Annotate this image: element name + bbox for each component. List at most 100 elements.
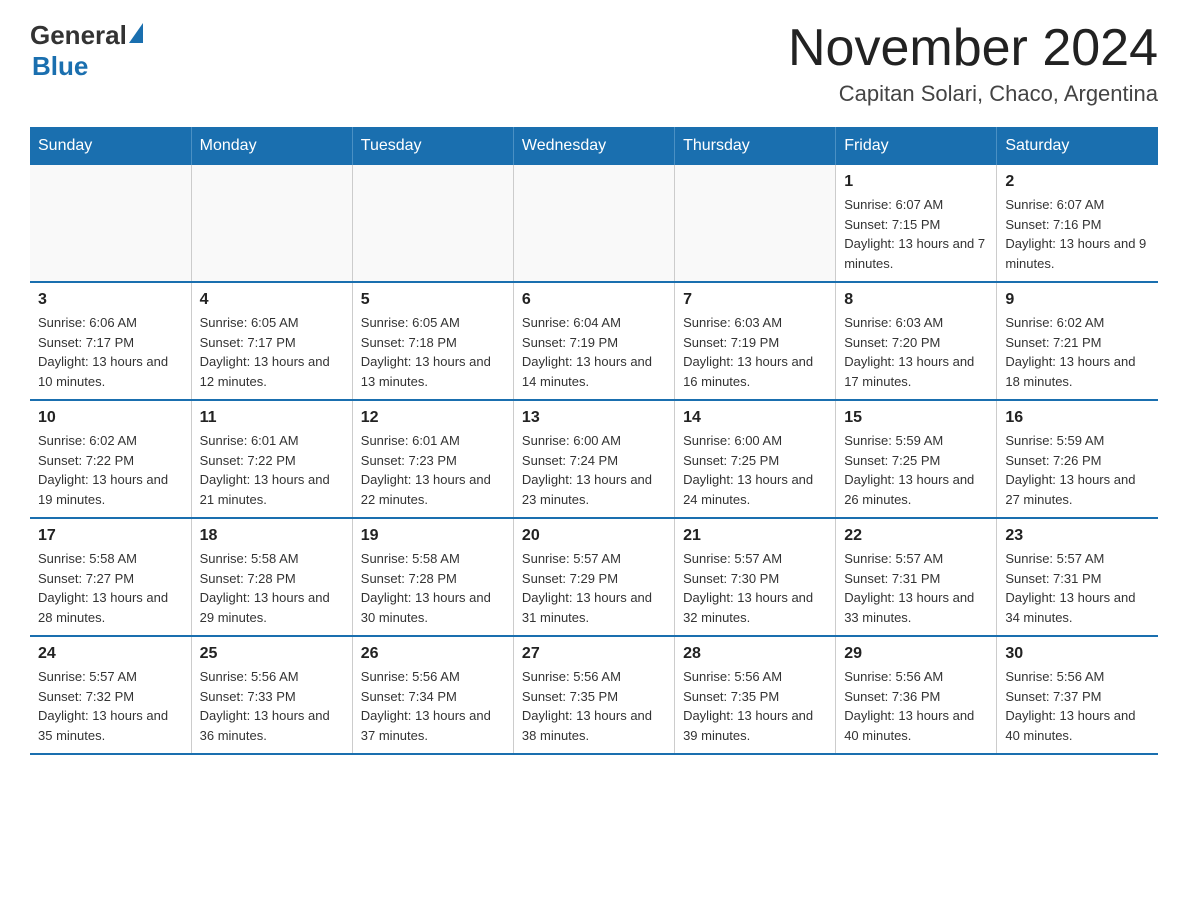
day-number: 12	[361, 409, 505, 427]
week-row-1: 1Sunrise: 6:07 AM Sunset: 7:15 PM Daylig…	[30, 165, 1158, 282]
day-number: 24	[38, 645, 183, 663]
logo-triangle-icon	[129, 23, 143, 43]
day-number: 20	[522, 527, 666, 545]
calendar-cell: 26 Sunrise: 5:56 AM Sunset: 7:34 PM Dayli…	[352, 636, 513, 754]
day-info: Sunrise: 6:05 AM Sunset: 7:17 PM Dayligh…	[200, 313, 344, 391]
calendar-cell: 2 Sunrise: 6:07 AM Sunset: 7:16 PM Daylig…	[997, 165, 1158, 282]
calendar-cell: 21Sunrise: 5:57 AM Sunset: 7:30 PM Dayli…	[675, 518, 836, 636]
calendar-cell: 11 Sunrise: 6:01 AM Sunset: 7:22 PM Dayli…	[191, 400, 352, 518]
calendar-cell	[30, 165, 191, 282]
day-number: 2	[1005, 173, 1150, 191]
day-info: Sunrise: 5:56 AM Sunset: 7:37 PM Dayligh…	[1005, 667, 1150, 745]
day-number: 21	[683, 527, 827, 545]
calendar-cell: 20Sunrise: 5:57 AM Sunset: 7:29 PM Dayli…	[513, 518, 674, 636]
week-row-2: 3 Sunrise: 6:06 AM Sunset: 7:17 PM Daylig…	[30, 282, 1158, 400]
logo: General Blue	[30, 20, 143, 82]
calendar-cell: 29 Sunrise: 5:56 AM Sunset: 7:36 PM Dayli…	[836, 636, 997, 754]
calendar-cell: 3 Sunrise: 6:06 AM Sunset: 7:17 PM Daylig…	[30, 282, 191, 400]
day-info: Sunrise: 6:01 AM Sunset: 7:23 PM Dayligh…	[361, 431, 505, 509]
day-number: 28	[683, 645, 827, 663]
week-row-4: 17Sunrise: 5:58 AM Sunset: 7:27 PM Dayli…	[30, 518, 1158, 636]
day-info: Sunrise: 6:03 AM Sunset: 7:20 PM Dayligh…	[844, 313, 988, 391]
calendar-cell: 25 Sunrise: 5:56 AM Sunset: 7:33 PM Dayli…	[191, 636, 352, 754]
day-number: 6	[522, 291, 666, 309]
calendar-cell: 1Sunrise: 6:07 AM Sunset: 7:15 PM Daylig…	[836, 165, 997, 282]
day-number: 29	[844, 645, 988, 663]
day-info: Sunrise: 6:07 AM Sunset: 7:16 PM Dayligh…	[1005, 195, 1150, 273]
calendar-cell: 18Sunrise: 5:58 AM Sunset: 7:28 PM Dayli…	[191, 518, 352, 636]
day-number: 7	[683, 291, 827, 309]
calendar-cell: 14 Sunrise: 6:00 AM Sunset: 7:25 PM Dayli…	[675, 400, 836, 518]
day-info: Sunrise: 5:59 AM Sunset: 7:26 PM Dayligh…	[1005, 431, 1150, 509]
header-friday: Friday	[836, 127, 997, 165]
calendar-cell: 16Sunrise: 5:59 AM Sunset: 7:26 PM Dayli…	[997, 400, 1158, 518]
day-info: Sunrise: 5:57 AM Sunset: 7:31 PM Dayligh…	[844, 549, 988, 627]
header-sunday: Sunday	[30, 127, 191, 165]
day-number: 17	[38, 527, 183, 545]
logo-general: General	[30, 20, 127, 51]
header-wednesday: Wednesday	[513, 127, 674, 165]
day-info: Sunrise: 6:05 AM Sunset: 7:18 PM Dayligh…	[361, 313, 505, 391]
day-info: Sunrise: 5:56 AM Sunset: 7:33 PM Dayligh…	[200, 667, 344, 745]
calendar-cell: 9 Sunrise: 6:02 AM Sunset: 7:21 PM Daylig…	[997, 282, 1158, 400]
calendar-table: SundayMondayTuesdayWednesdayThursdayFrid…	[30, 127, 1158, 755]
day-info: Sunrise: 6:02 AM Sunset: 7:22 PM Dayligh…	[38, 431, 183, 509]
calendar-cell: 30Sunrise: 5:56 AM Sunset: 7:37 PM Dayli…	[997, 636, 1158, 754]
day-number: 19	[361, 527, 505, 545]
day-number: 3	[38, 291, 183, 309]
title-block: November 2024 Capitan Solari, Chaco, Arg…	[788, 20, 1158, 107]
calendar-cell	[352, 165, 513, 282]
month-title: November 2024	[788, 20, 1158, 77]
calendar-cell: 10 Sunrise: 6:02 AM Sunset: 7:22 PM Dayli…	[30, 400, 191, 518]
calendar-body: 1Sunrise: 6:07 AM Sunset: 7:15 PM Daylig…	[30, 165, 1158, 754]
calendar-cell: 27 Sunrise: 5:56 AM Sunset: 7:35 PM Dayli…	[513, 636, 674, 754]
day-number: 14	[683, 409, 827, 427]
day-info: Sunrise: 5:56 AM Sunset: 7:36 PM Dayligh…	[844, 667, 988, 745]
day-info: Sunrise: 6:07 AM Sunset: 7:15 PM Dayligh…	[844, 195, 988, 273]
day-info: Sunrise: 5:56 AM Sunset: 7:34 PM Dayligh…	[361, 667, 505, 745]
calendar-cell: 5 Sunrise: 6:05 AM Sunset: 7:18 PM Daylig…	[352, 282, 513, 400]
day-number: 26	[361, 645, 505, 663]
day-number: 5	[361, 291, 505, 309]
day-info: Sunrise: 5:56 AM Sunset: 7:35 PM Dayligh…	[522, 667, 666, 745]
week-row-3: 10 Sunrise: 6:02 AM Sunset: 7:22 PM Dayli…	[30, 400, 1158, 518]
page-header: General Blue November 2024 Capitan Solar…	[30, 20, 1158, 107]
logo-blue: Blue	[32, 51, 143, 82]
day-number: 23	[1005, 527, 1150, 545]
day-number: 11	[200, 409, 344, 427]
day-number: 8	[844, 291, 988, 309]
calendar-cell: 7 Sunrise: 6:03 AM Sunset: 7:19 PM Daylig…	[675, 282, 836, 400]
day-number: 4	[200, 291, 344, 309]
day-info: Sunrise: 6:00 AM Sunset: 7:24 PM Dayligh…	[522, 431, 666, 509]
calendar-cell	[675, 165, 836, 282]
day-info: Sunrise: 6:04 AM Sunset: 7:19 PM Dayligh…	[522, 313, 666, 391]
header-monday: Monday	[191, 127, 352, 165]
location: Capitan Solari, Chaco, Argentina	[788, 81, 1158, 107]
calendar-cell: 12 Sunrise: 6:01 AM Sunset: 7:23 PM Dayli…	[352, 400, 513, 518]
day-info: Sunrise: 5:57 AM Sunset: 7:32 PM Dayligh…	[38, 667, 183, 745]
day-info: Sunrise: 5:57 AM Sunset: 7:31 PM Dayligh…	[1005, 549, 1150, 627]
calendar-cell	[513, 165, 674, 282]
day-info: Sunrise: 6:00 AM Sunset: 7:25 PM Dayligh…	[683, 431, 827, 509]
calendar-cell: 6 Sunrise: 6:04 AM Sunset: 7:19 PM Daylig…	[513, 282, 674, 400]
day-info: Sunrise: 5:58 AM Sunset: 7:28 PM Dayligh…	[200, 549, 344, 627]
day-info: Sunrise: 5:58 AM Sunset: 7:28 PM Dayligh…	[361, 549, 505, 627]
header-saturday: Saturday	[997, 127, 1158, 165]
day-info: Sunrise: 6:03 AM Sunset: 7:19 PM Dayligh…	[683, 313, 827, 391]
calendar-cell: 4 Sunrise: 6:05 AM Sunset: 7:17 PM Daylig…	[191, 282, 352, 400]
day-number: 27	[522, 645, 666, 663]
calendar-cell: 8 Sunrise: 6:03 AM Sunset: 7:20 PM Daylig…	[836, 282, 997, 400]
calendar-header: SundayMondayTuesdayWednesdayThursdayFrid…	[30, 127, 1158, 165]
calendar-cell: 15Sunrise: 5:59 AM Sunset: 7:25 PM Dayli…	[836, 400, 997, 518]
calendar-cell: 19 Sunrise: 5:58 AM Sunset: 7:28 PM Dayli…	[352, 518, 513, 636]
calendar-cell	[191, 165, 352, 282]
day-info: Sunrise: 6:02 AM Sunset: 7:21 PM Dayligh…	[1005, 313, 1150, 391]
day-number: 25	[200, 645, 344, 663]
day-info: Sunrise: 6:06 AM Sunset: 7:17 PM Dayligh…	[38, 313, 183, 391]
day-info: Sunrise: 5:56 AM Sunset: 7:35 PM Dayligh…	[683, 667, 827, 745]
day-info: Sunrise: 6:01 AM Sunset: 7:22 PM Dayligh…	[200, 431, 344, 509]
day-number: 10	[38, 409, 183, 427]
week-row-5: 24 Sunrise: 5:57 AM Sunset: 7:32 PM Dayli…	[30, 636, 1158, 754]
day-info: Sunrise: 5:59 AM Sunset: 7:25 PM Dayligh…	[844, 431, 988, 509]
day-number: 9	[1005, 291, 1150, 309]
